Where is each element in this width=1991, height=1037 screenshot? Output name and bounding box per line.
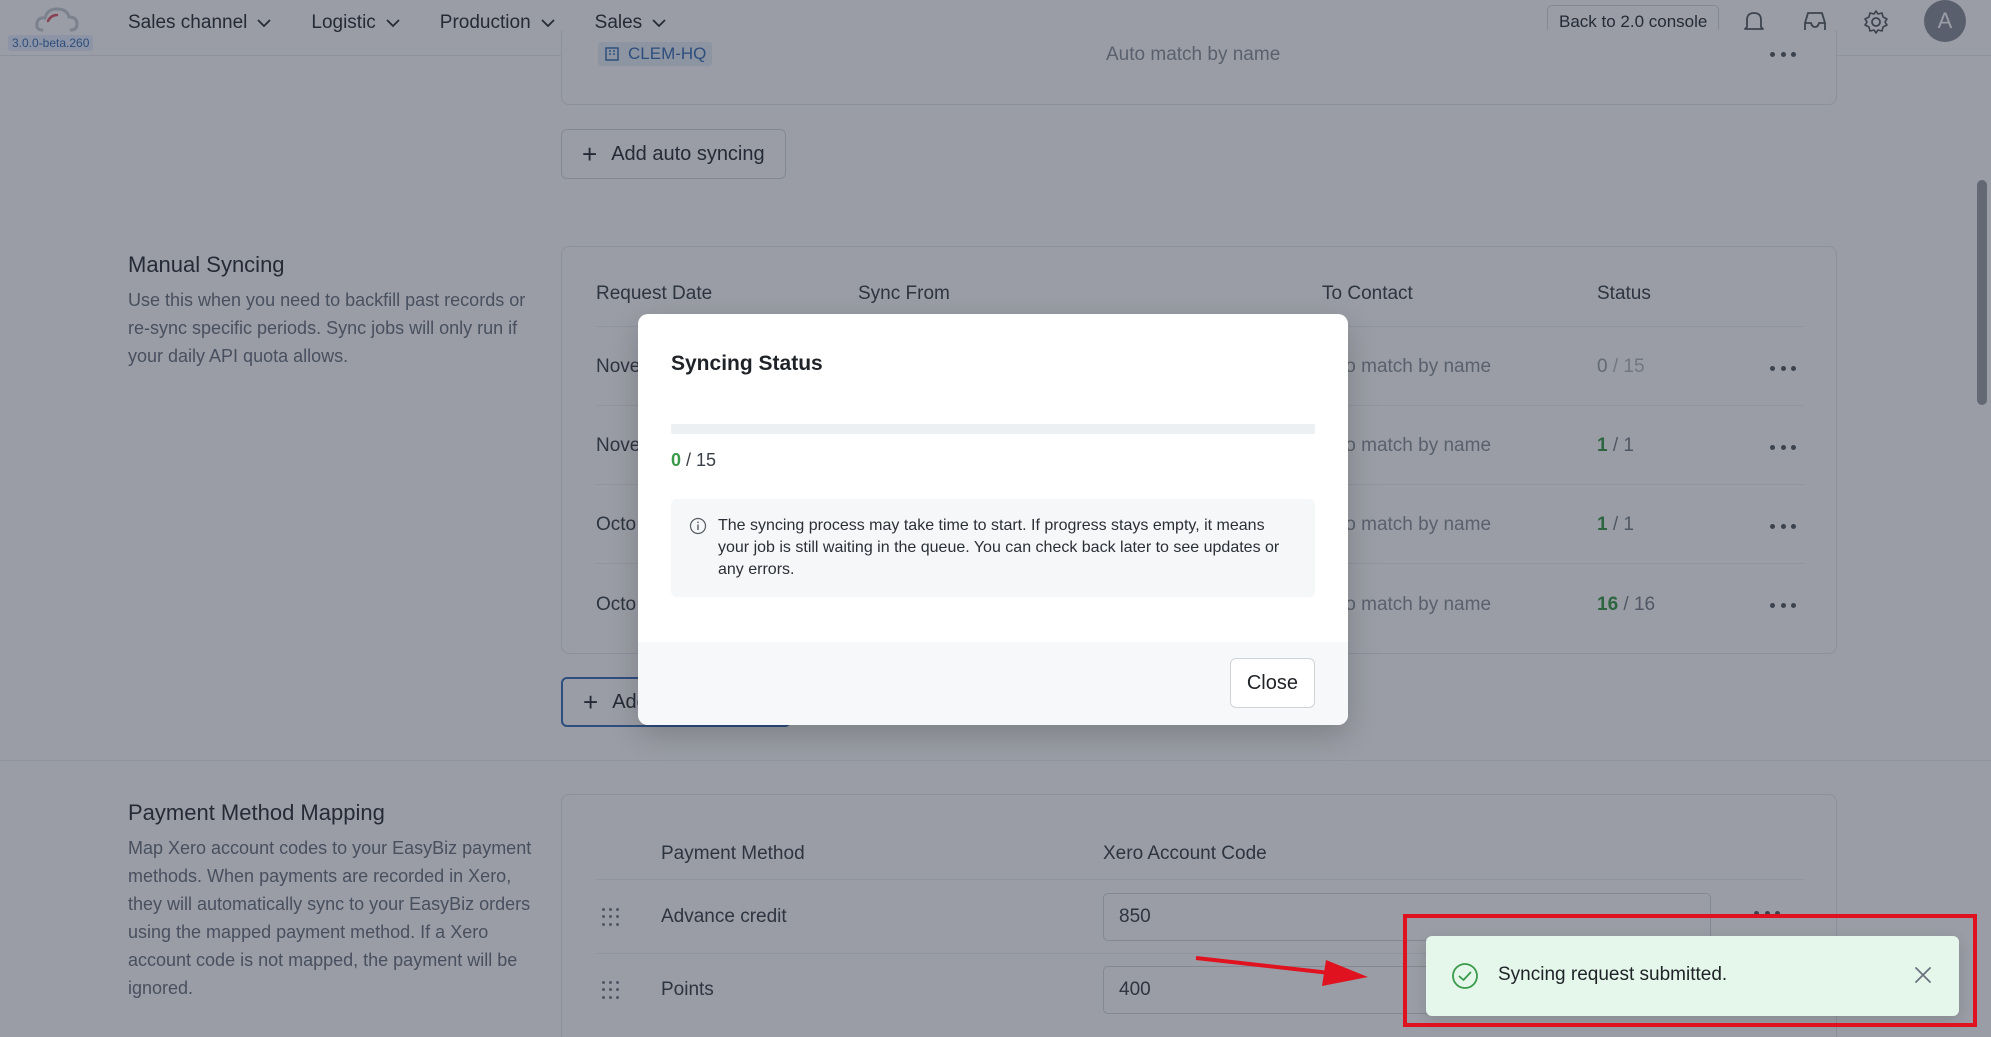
modal-title: Syncing Status — [671, 352, 823, 375]
annotation-highlight-box — [1403, 914, 1977, 1027]
syncing-status-modal: Syncing Status 0 / 15 The syncing proces… — [638, 314, 1348, 725]
info-text: The syncing process may take time to sta… — [718, 517, 1280, 578]
close-button[interactable]: Close — [1229, 658, 1315, 708]
sync-progress-bar — [671, 424, 1315, 434]
info-notice: The syncing process may take time to sta… — [671, 499, 1315, 597]
info-icon — [689, 517, 707, 535]
modal-footer: Close — [638, 642, 1348, 725]
progress-count: 0 / 15 — [671, 450, 716, 471]
annotation-arrow-icon — [1195, 956, 1368, 986]
progress-total: / 15 — [686, 450, 717, 470]
progress-done: 0 — [671, 450, 682, 470]
